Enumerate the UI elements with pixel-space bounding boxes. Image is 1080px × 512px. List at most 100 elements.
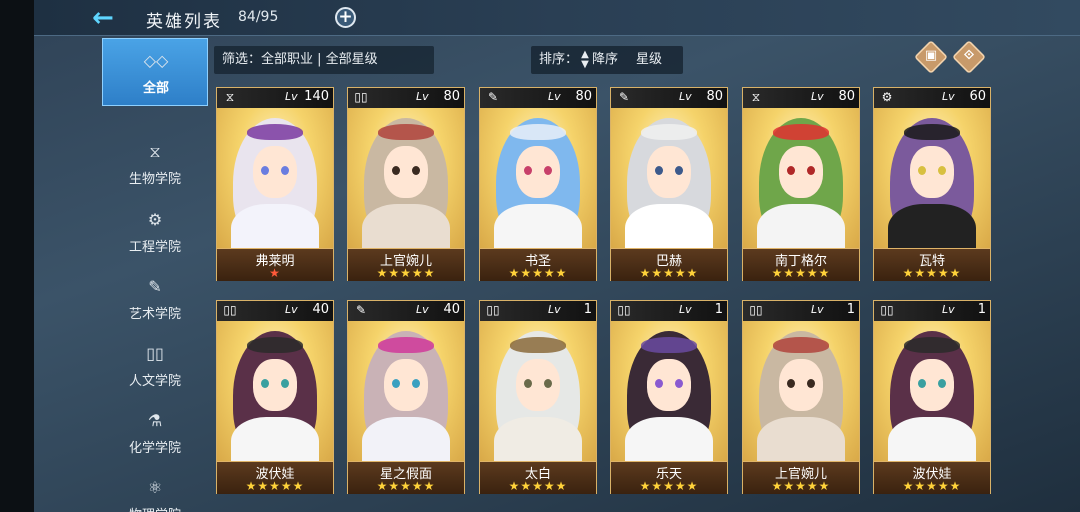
hero-card[interactable]: ⚙ Lv 60 瓦特 ★★★★★	[873, 87, 991, 281]
eye-shape	[655, 379, 663, 388]
level-label: Lv	[942, 90, 955, 103]
face-shape	[647, 359, 691, 411]
sidebar-item-label: 化学学院	[128, 441, 181, 456]
hero-card[interactable]: ▯▯ Lv 40 波伏娃 ★★★★★	[216, 300, 334, 494]
name-plate: 上官婉儿 ★★★★★	[743, 461, 859, 494]
sidebar-item-label: 生物学院	[128, 172, 181, 187]
sidebar-item-6[interactable]: ⚛ 物理学院	[102, 466, 208, 512]
book-icon: ▯▯	[223, 303, 237, 317]
hero-portrait	[874, 108, 990, 248]
star-rating: ★★★★★	[376, 479, 436, 493]
hero-card[interactable]: ▯▯ Lv 1 上官婉儿 ★★★★★	[742, 300, 860, 494]
sidebar-item-5[interactable]: ⚗ 化学学院	[102, 399, 208, 467]
name-plate: 弗莱明 ★	[217, 248, 333, 281]
face-shape	[910, 146, 954, 198]
face-shape	[384, 146, 428, 198]
outfit-shape	[888, 204, 976, 248]
dna-icon: ⧖	[225, 90, 235, 104]
sidebar-item-4[interactable]: ▯▯ 人文学院	[102, 332, 208, 400]
book-icon: ▯▯	[749, 303, 763, 317]
eye-shape	[918, 166, 926, 175]
sidebar-category-icon: ⚛	[147, 478, 163, 497]
face-shape	[910, 359, 954, 411]
name-plate: 上官婉儿 ★★★★★	[348, 248, 464, 281]
book-icon: ▯▯	[486, 303, 500, 317]
hero-level: 1	[583, 302, 592, 317]
name-plate: 书圣 ★★★★★	[480, 248, 596, 281]
level-label: Lv	[416, 303, 429, 316]
eye-shape	[392, 379, 400, 388]
hero-level: 80	[575, 89, 592, 104]
accessory-shape	[378, 337, 434, 353]
hero-card[interactable]: ✎ Lv 80 巴赫 ★★★★★	[610, 87, 728, 281]
sort-key: 星级	[636, 52, 663, 67]
eye-shape	[675, 166, 683, 175]
eye-shape	[918, 379, 926, 388]
outfit-shape	[494, 417, 582, 461]
expand-icon: ⟐	[963, 48, 975, 63]
eye-shape	[807, 166, 815, 175]
sort-button[interactable]: 排序： ▲ ▼ 降序 星级	[531, 46, 683, 74]
outfit-shape	[757, 204, 845, 248]
eye-shape	[524, 379, 532, 388]
hero-portrait	[611, 321, 727, 461]
star-rating: ★★★★★	[376, 266, 436, 280]
sidebar-item-label: 全部	[142, 81, 169, 96]
hero-card[interactable]: ▯▯ Lv 1 太白 ★★★★★	[479, 300, 597, 494]
sidebar-item-1[interactable]: ⧖ 生物学院	[102, 130, 208, 198]
name-plate: 乐天 ★★★★★	[611, 461, 727, 494]
hero-card[interactable]: ▯▯ Lv 80 上官婉儿 ★★★★★	[347, 87, 465, 281]
outfit-shape	[362, 417, 450, 461]
outfit-shape	[757, 417, 845, 461]
hero-card[interactable]: ✎ Lv 80 书圣 ★★★★★	[479, 87, 597, 281]
palette-icon: ✎	[487, 90, 499, 104]
hero-portrait	[480, 108, 596, 248]
eye-shape	[281, 166, 289, 175]
page-title: 英雄列表	[146, 12, 222, 32]
name-plate: 巴赫 ★★★★★	[611, 248, 727, 281]
sidebar-item-label: 艺术学院	[128, 307, 181, 322]
star-rating: ★★★★★	[245, 479, 305, 493]
sidebar-item-label: 工程学院	[128, 240, 181, 255]
eye-shape	[655, 166, 663, 175]
sidebar-item-2[interactable]: ⚙ 工程学院	[102, 198, 208, 266]
hero-level: 140	[304, 89, 329, 104]
hero-portrait	[743, 108, 859, 248]
level-label: Lv	[811, 303, 824, 316]
hero-card[interactable]: ✎ Lv 40 星之假面 ★★★★★	[347, 300, 465, 494]
name-plate: 波伏娃 ★★★★★	[874, 461, 990, 494]
book-icon: ▯▯	[617, 303, 631, 317]
filter-button[interactable]: 筛选：全部职业 | 全部星级	[214, 46, 434, 74]
accessory-shape	[904, 124, 960, 140]
hero-portrait	[217, 108, 333, 248]
hero-card[interactable]: ⧖ Lv 140 弗莱明 ★	[216, 87, 334, 281]
hero-portrait	[348, 321, 464, 461]
plus-icon[interactable]: +	[335, 7, 356, 28]
eye-shape	[938, 166, 946, 175]
sidebar-item-3[interactable]: ✎ 艺术学院	[102, 265, 208, 333]
face-shape	[516, 359, 560, 411]
face-shape	[384, 359, 428, 411]
book-icon: ▯▯	[354, 90, 368, 104]
sidebar-item-0[interactable]: ◇◇ 全部	[102, 38, 208, 106]
outfit-shape	[625, 417, 713, 461]
outfit-shape	[625, 204, 713, 248]
sidebar-category-icon: ▯▯	[146, 344, 164, 363]
hero-card[interactable]: ▯▯ Lv 1 波伏娃 ★★★★★	[873, 300, 991, 494]
back-arrow-icon[interactable]: ←	[92, 4, 126, 32]
eye-shape	[938, 379, 946, 388]
left-black-bar	[0, 0, 34, 512]
sort-updown-icon: ▲ ▼	[581, 48, 589, 70]
hero-card[interactable]: ▯▯ Lv 1 乐天 ★★★★★	[610, 300, 728, 494]
level-label: Lv	[285, 303, 298, 316]
accessory-shape	[247, 337, 303, 353]
book-icon: ▯▯	[880, 303, 894, 317]
accessory-shape	[773, 337, 829, 353]
name-plate: 太白 ★★★★★	[480, 461, 596, 494]
eye-shape	[807, 379, 815, 388]
hero-level: 80	[443, 89, 460, 104]
hero-card[interactable]: ⧖ Lv 80 南丁格尔 ★★★★★	[742, 87, 860, 281]
eye-shape	[261, 166, 269, 175]
star-rating: ★★★★★	[508, 479, 568, 493]
eye-shape	[261, 379, 269, 388]
